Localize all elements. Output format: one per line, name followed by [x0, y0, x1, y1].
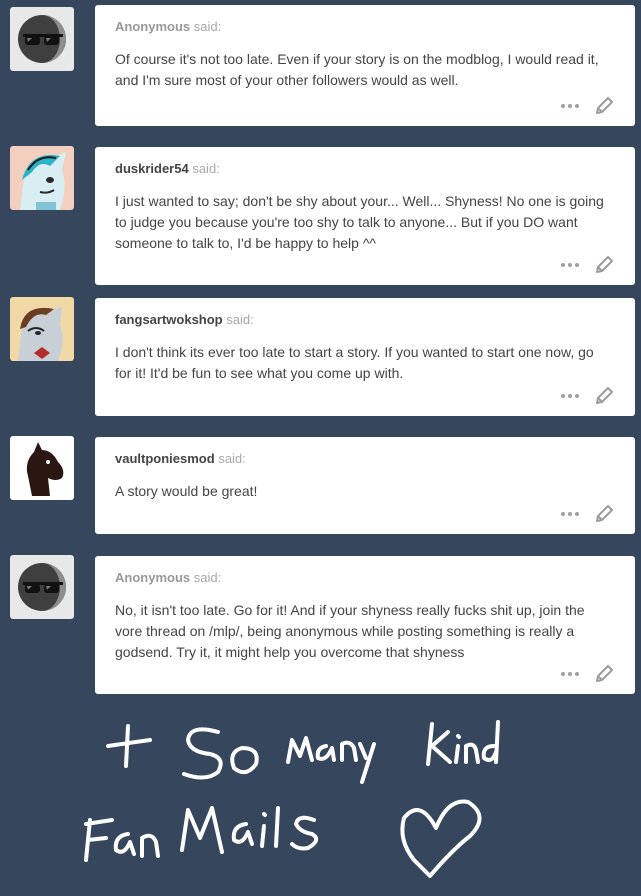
fangsartwokshop-avatar[interactable] [10, 297, 74, 361]
pencil-icon[interactable] [593, 663, 615, 685]
pencil-icon[interactable] [593, 254, 615, 276]
ask-card: Anonymous said: No, it isn't too late. G… [95, 556, 635, 694]
pencil-icon[interactable] [593, 503, 615, 525]
vaultponiesmod-avatar[interactable] [10, 436, 74, 500]
asker-name[interactable]: fangsartwokshop [115, 312, 223, 327]
said-label: said: [193, 19, 222, 34]
pony-avatar-icon [10, 146, 74, 210]
more-dots-icon[interactable] [561, 394, 579, 398]
asker-name[interactable]: Anonymous [115, 19, 190, 34]
ask-card: duskrider54 said: I just wanted to say; … [95, 147, 635, 285]
asker-line: Anonymous said: [115, 570, 221, 586]
said-label: said: [226, 312, 254, 327]
post-actions [561, 502, 615, 526]
more-dots-icon[interactable] [561, 512, 579, 516]
more-dots-icon[interactable] [561, 672, 579, 676]
pencil-icon[interactable] [593, 385, 615, 407]
asker-line: Anonymous said: [115, 19, 221, 35]
handwritten-note [84, 720, 500, 878]
pony-avatar-icon [10, 297, 74, 361]
post-actions [561, 94, 615, 118]
ask-message: No, it isn't too late. Go for it! And if… [115, 602, 585, 660]
asker-line: duskrider54 said: [115, 161, 220, 177]
ask-card: Anonymous said: Of course it's not too l… [95, 5, 635, 126]
asker-name[interactable]: duskrider54 [115, 161, 189, 176]
post-actions [561, 662, 615, 686]
asker-line: fangsartwokshop said: [115, 312, 254, 328]
anonymous-sunglasses-avatar-icon [10, 7, 74, 71]
ask-message: I don't think its ever too late to start… [115, 344, 594, 381]
ask-message: Of course it's not too late. Even if you… [115, 51, 599, 88]
ask-card: fangsartwokshop said: I don't think its … [95, 298, 635, 416]
asker-name[interactable]: vaultponiesmod [115, 451, 215, 466]
said-label: said: [218, 451, 246, 466]
post-actions [561, 384, 615, 408]
anonymous-avatar[interactable] [10, 555, 74, 619]
ask-message: A story would be great! [115, 483, 258, 499]
anonymous-avatar[interactable] [10, 7, 74, 71]
asker-name[interactable]: Anonymous [115, 570, 190, 585]
said-label: said: [193, 570, 222, 585]
duskrider54-avatar[interactable] [10, 146, 74, 210]
more-dots-icon[interactable] [561, 104, 579, 108]
asker-line: vaultponiesmod said: [115, 451, 246, 467]
said-label: said: [192, 161, 220, 176]
ask-card: vaultponiesmod said: A story would be gr… [95, 437, 635, 534]
more-dots-icon[interactable] [561, 263, 579, 267]
post-actions [561, 253, 615, 277]
pony-silhouette-avatar-icon [10, 436, 74, 500]
ask-message: I just wanted to say; don't be shy about… [115, 193, 604, 251]
anonymous-sunglasses-avatar-icon [10, 555, 74, 619]
pencil-icon[interactable] [593, 95, 615, 117]
